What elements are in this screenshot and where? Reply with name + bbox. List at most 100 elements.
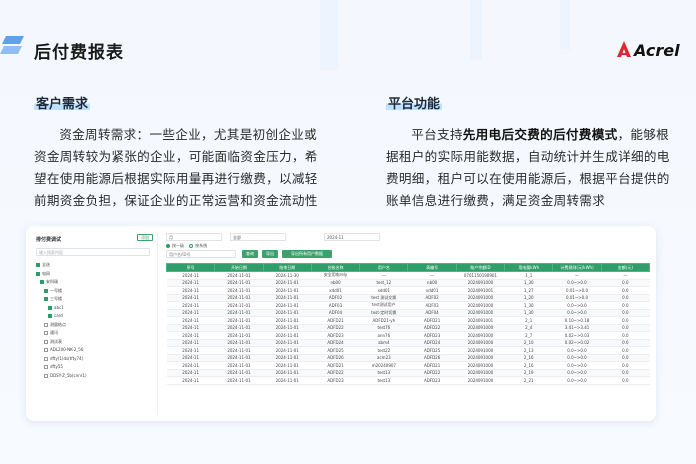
table-cell: ADF04 bbox=[311, 309, 360, 317]
table-cell: 2_7 bbox=[504, 331, 553, 340]
table-row[interactable]: 2024-11 2024-11-01 2024-11-01 ADFD23 ann76 AD… bbox=[166, 331, 650, 340]
radio-dot[interactable] bbox=[189, 244, 194, 248]
tree-item[interactable]: 一号楼 bbox=[44, 288, 62, 294]
table-cell: 0.02~>0.03 bbox=[552, 331, 602, 340]
tree-item-label: 全选 bbox=[42, 262, 50, 267]
table-cell: 2024-11-01 bbox=[214, 301, 264, 310]
table-cell: 0.0 bbox=[601, 309, 650, 317]
tree-item-label: ADL200-NK-2_56 bbox=[50, 347, 84, 352]
table-row[interactable]: 2024-11 2024-11-01 2024-11-01 ADF02 test 测试交… bbox=[166, 294, 650, 302]
table-row[interactable]: 2024-11 2024-11-01 2024-11-01 nb00 test_12 nb… bbox=[166, 279, 650, 287]
tree-item[interactable]: 安科瑞 bbox=[40, 279, 58, 285]
tree-item[interactable]: 全选 bbox=[36, 262, 50, 268]
tree-item[interactable]: 测试表 bbox=[44, 339, 62, 345]
column-header[interactable]: 序号 bbox=[165, 263, 216, 272]
column-header[interactable]: 结束日期 bbox=[262, 263, 312, 272]
column-header[interactable]: 表编号 bbox=[407, 263, 457, 272]
tree-checkbox[interactable] bbox=[48, 314, 52, 318]
tree-checkbox[interactable] bbox=[40, 280, 44, 284]
billing-table: 序号 开始日期 结束日期 台账名称 用户名 表编号 账户余额ID 用电量kWh 计费规则(元/k… bbox=[165, 263, 651, 385]
tree-item[interactable]: dfty(1)ds(tfty74) bbox=[44, 356, 83, 361]
tree-item-label: 测量结点 bbox=[50, 321, 66, 327]
tree-checkbox[interactable] bbox=[44, 322, 48, 327]
table-row[interactable]: 2024-11 2024-11-01 2024-11-01 ADFD22 test13 A… bbox=[166, 369, 650, 377]
tree-checkbox[interactable] bbox=[44, 373, 48, 378]
tree-checkbox[interactable] bbox=[44, 365, 48, 369]
column-header[interactable]: 台账名称 bbox=[310, 263, 361, 272]
table-row[interactable]: 2024-11 2024-11-01 2024-11-01 ADFD25 test22 A… bbox=[166, 346, 650, 355]
column-header[interactable]: 用电量kWh bbox=[504, 263, 554, 272]
table-cell: 0.10~>0.18 bbox=[552, 316, 602, 325]
tree-checkbox[interactable] bbox=[44, 356, 48, 361]
table-cell: 0.0 bbox=[601, 339, 650, 347]
table-cell: 2024-11 bbox=[166, 361, 215, 370]
table-cell: 2024091000 bbox=[456, 309, 505, 317]
table-cell: 2024-11-01 bbox=[263, 346, 312, 355]
paragraph-emphasis: 先用电后交费的后付费模式 bbox=[462, 127, 618, 142]
table-row[interactable]: 2024-11 2024-11-01 2024-11-01 ADFD24 abm4 ADF… bbox=[166, 339, 650, 347]
export-all-button[interactable]: 导出所有用户数据 bbox=[282, 250, 332, 258]
table-row[interactable]: 2024-11 2024-11-01 2024-11-01 ADFD21 ADFD21-… bbox=[166, 316, 650, 325]
date-picker[interactable]: 2024-11 bbox=[324, 233, 380, 241]
table-row[interactable]: 2024-11 2024-11-01 2024-11-01 xdd01 xdd01 xdd… bbox=[166, 286, 650, 295]
table-cell: 0.0 bbox=[601, 301, 650, 310]
table-cell: 2024-11-01 bbox=[214, 346, 264, 355]
table-cell: 0.0~>0.0 bbox=[552, 354, 602, 362]
tree-item[interactable]: ADL200-NK-2_56 bbox=[44, 347, 83, 352]
tree-checkbox[interactable] bbox=[44, 297, 48, 301]
type-select[interactable]: 全部 bbox=[230, 233, 286, 241]
table-cell: 2024-11-01 bbox=[214, 339, 264, 347]
tree-checkbox[interactable] bbox=[44, 339, 48, 344]
table-cell: 2024-11-01 bbox=[263, 339, 312, 347]
tree-item[interactable]: dfty55 bbox=[44, 364, 63, 369]
tree-checkbox[interactable] bbox=[36, 271, 40, 276]
table-row[interactable]: 2024-11 2024-11-01 2024-11-01 ADFD22 test76 A… bbox=[166, 324, 650, 332]
table-row[interactable]: 2024-11 2024-11-01 2024-11-01 ADF04 test-定时切… bbox=[166, 309, 650, 317]
export-button[interactable]: 导出 bbox=[262, 250, 278, 258]
tree-item[interactable]: 测量结点 bbox=[44, 322, 66, 328]
table-row[interactable]: 2024-11 2024-11-01 2024-11-01 ADFD26 acm23 AD… bbox=[166, 354, 650, 362]
tree-item[interactable]: 三号楼 bbox=[44, 296, 62, 302]
tree-checkbox[interactable] bbox=[44, 288, 48, 293]
table-cell: 0701150190901 bbox=[456, 271, 505, 280]
query-button[interactable]: 查询 bbox=[242, 250, 258, 258]
table-cell: acm23 bbox=[359, 354, 408, 362]
table-cell: 0.0 bbox=[601, 376, 650, 385]
table-cell: ADFD22 bbox=[311, 369, 360, 377]
table-cell: ADFD25 bbox=[311, 346, 360, 355]
section-heading-customer-needs: 客户需求 bbox=[34, 93, 91, 112]
table-row[interactable]: 2024-11 2024-11-01 2024-11-01 ADF03 test测试用户… bbox=[166, 301, 650, 310]
column-header[interactable]: 开始日期 bbox=[214, 263, 264, 272]
period-select[interactable]: 月 bbox=[166, 233, 222, 241]
table-cell: 2024-11-30 bbox=[263, 271, 312, 280]
column-header[interactable]: 用户名 bbox=[359, 263, 409, 272]
tree-checkbox[interactable] bbox=[44, 348, 48, 352]
table-cell: xdd01 bbox=[311, 286, 360, 295]
table-cell: 0.0 bbox=[601, 346, 650, 355]
table-cell: 1_1 bbox=[504, 271, 553, 280]
table-cell: 0.0 bbox=[601, 286, 650, 295]
column-header[interactable]: 计费规则(元/kWh) bbox=[552, 263, 602, 272]
column-header[interactable]: 账户余额ID bbox=[455, 263, 506, 272]
table-cell: 2024-11 bbox=[166, 279, 215, 287]
report-screenshot: 排付费调试 添加 输入搜索内容 全选 电网 安科瑞 一号楼 三号楼 abc1 card 测量结… bbox=[26, 226, 656, 421]
table-cell: 2024-11-01 bbox=[214, 331, 264, 340]
table-row[interactable]: 2024-11 2024-11-01 2024-11-30 安全用电rely — —070… bbox=[166, 271, 650, 280]
table-cell: 2_13 bbox=[504, 346, 553, 355]
tree-checkbox[interactable] bbox=[36, 263, 40, 267]
tree-item[interactable]: 通讯 bbox=[44, 330, 58, 336]
table-row[interactable]: 2024-11 2024-11-01 2024-11-01 ADFD23 test13 A… bbox=[166, 376, 650, 385]
column-header[interactable]: 金额(元) bbox=[600, 263, 651, 272]
tree-item[interactable]: DDSY-Z_5b(cnnr1) bbox=[44, 373, 87, 378]
table-row[interactable]: 2024-11 2024-11-01 2024-11-01 ADFD21 m202409… bbox=[166, 361, 650, 370]
add-button[interactable]: 添加 bbox=[137, 234, 153, 241]
tree-item[interactable]: abc1 bbox=[48, 305, 64, 310]
tree-checkbox[interactable] bbox=[44, 331, 48, 335]
radio-dot-selected[interactable] bbox=[166, 244, 170, 248]
table-cell: ADFD23 bbox=[407, 376, 457, 385]
tree-item[interactable]: card bbox=[48, 313, 63, 318]
tree-checkbox[interactable] bbox=[48, 305, 52, 310]
user-search-input[interactable]: 用户名/ID号 bbox=[166, 250, 236, 258]
tree-search-input[interactable]: 输入搜索内容 bbox=[36, 248, 150, 256]
tree-item[interactable]: 电网 bbox=[36, 271, 50, 277]
